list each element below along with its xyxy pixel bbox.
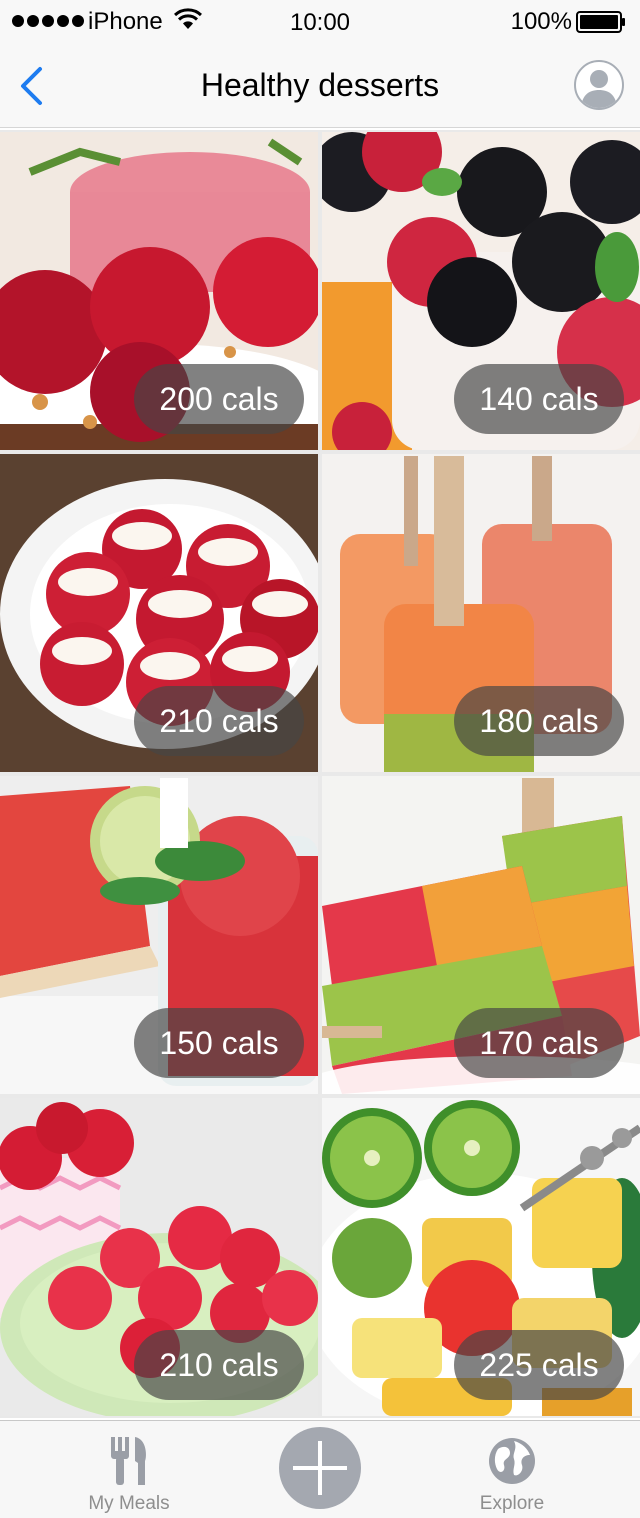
tab-explore-label: Explore bbox=[479, 1493, 545, 1514]
calorie-badge: 210 cals bbox=[134, 686, 304, 756]
add-meal-button[interactable] bbox=[279, 1427, 361, 1509]
user-silhouette-icon bbox=[581, 70, 617, 108]
fork-knife-icon bbox=[111, 1437, 146, 1485]
profile-avatar[interactable] bbox=[574, 60, 624, 110]
page-title: Healthy desserts bbox=[200, 67, 440, 103]
tab-bar: My Meals Explore bbox=[0, 1420, 640, 1518]
dessert-tile[interactable]: 150 cals bbox=[0, 776, 318, 1094]
dessert-tile[interactable]: 180 cals bbox=[322, 454, 640, 772]
dessert-tile[interactable]: 200 cals bbox=[0, 132, 318, 450]
globe-icon bbox=[489, 1438, 535, 1484]
calorie-badge: 150 cals bbox=[134, 1008, 304, 1078]
battery-percentage: 100% bbox=[510, 8, 572, 35]
status-bar: iPhone 10:00 100% bbox=[0, 0, 640, 44]
tab-my-meals[interactable]: My Meals bbox=[70, 1421, 188, 1518]
calorie-badge: 225 cals bbox=[454, 1330, 624, 1400]
calorie-badge: 200 cals bbox=[134, 364, 304, 434]
battery-icon bbox=[576, 11, 625, 33]
calorie-badge: 140 cals bbox=[454, 364, 624, 434]
calorie-badge: 170 cals bbox=[454, 1008, 624, 1078]
dessert-tile[interactable]: 210 cals bbox=[0, 1098, 318, 1416]
navigation-bar: Healthy desserts bbox=[0, 44, 640, 128]
plus-icon bbox=[293, 1441, 347, 1495]
tab-my-meals-label: My Meals bbox=[88, 1493, 170, 1514]
dessert-tile[interactable]: 170 cals bbox=[322, 776, 640, 1094]
calorie-badge: 210 cals bbox=[134, 1330, 304, 1400]
dessert-grid: 200 cals 140 cals 210 cals 180 cals 150 … bbox=[0, 130, 640, 1418]
dessert-tile[interactable]: 225 cals bbox=[322, 1098, 640, 1416]
calorie-badge: 180 cals bbox=[454, 686, 624, 756]
tab-explore[interactable]: Explore bbox=[452, 1421, 572, 1518]
dessert-tile[interactable]: 210 cals bbox=[0, 454, 318, 772]
dessert-tile[interactable]: 140 cals bbox=[322, 132, 640, 450]
